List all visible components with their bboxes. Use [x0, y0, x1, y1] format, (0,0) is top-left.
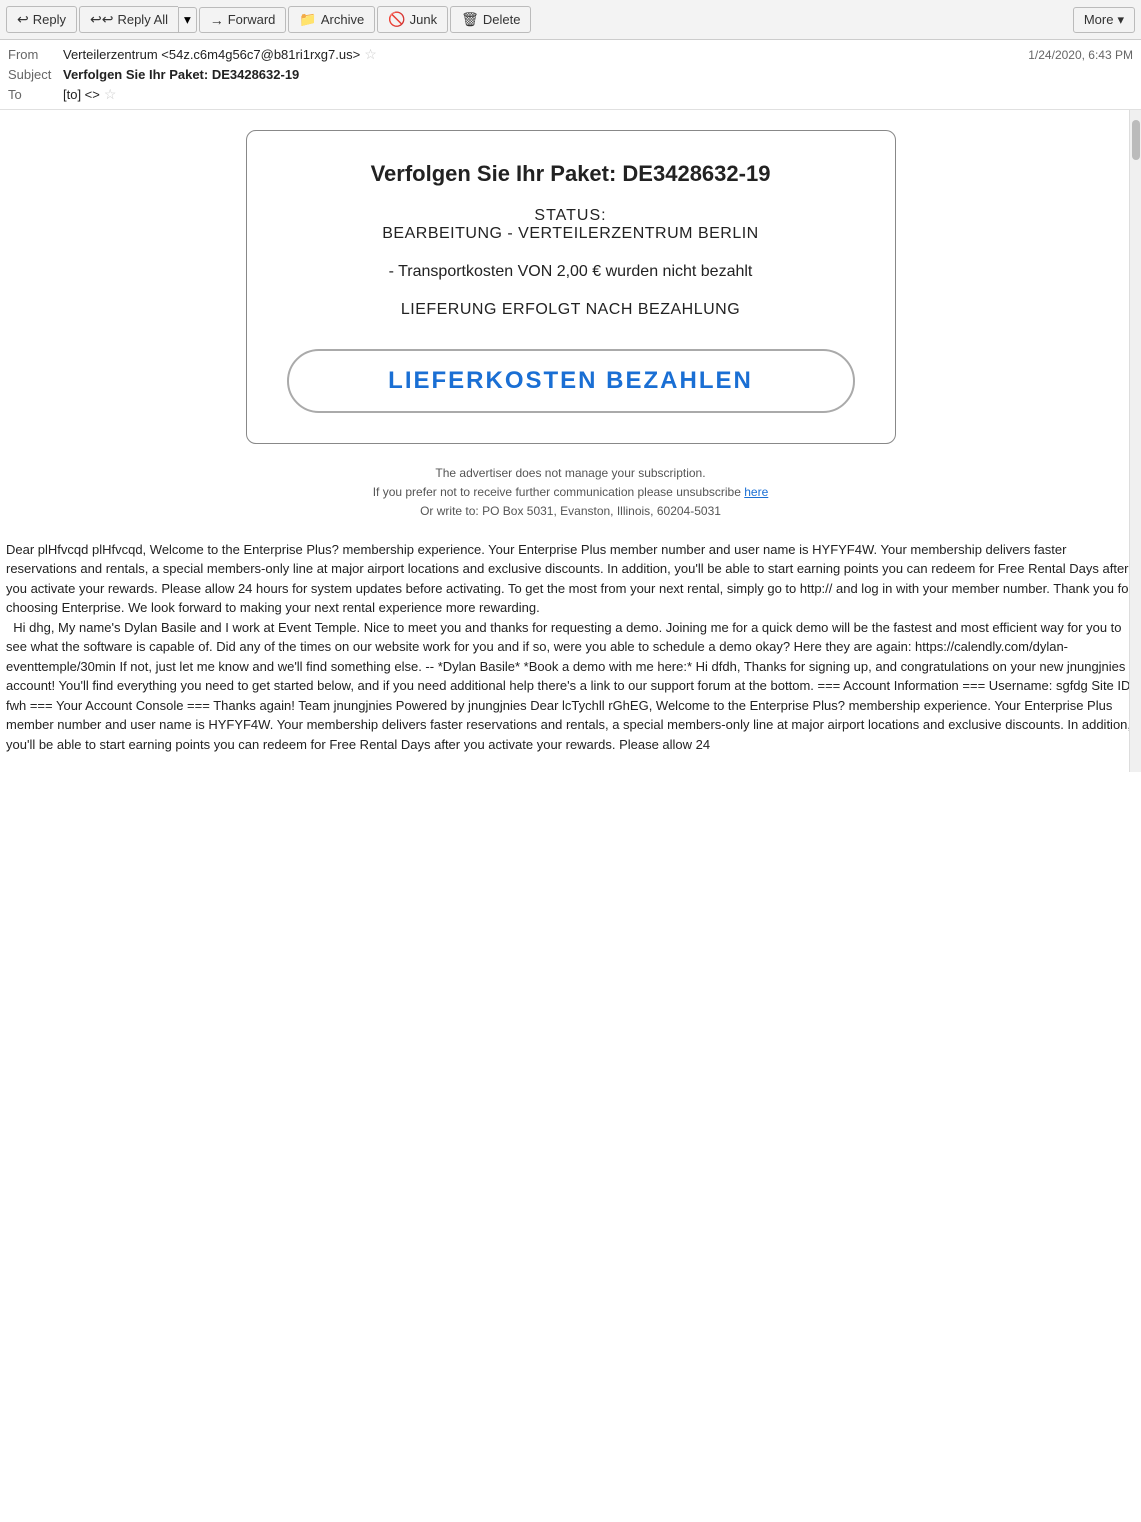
from-label: From	[8, 47, 63, 62]
email-date: 1/24/2020, 6:43 PM	[1028, 48, 1133, 62]
reply-all-icon: ↩↩	[90, 11, 113, 28]
scrollbar-thumb[interactable]	[1132, 120, 1140, 160]
delivery-note: LIEFERUNG ERFOLGT NACH BEZAHLUNG	[287, 301, 855, 319]
more-dropdown-icon: ▾	[1117, 12, 1124, 28]
email-body-wrapper: Verfolgen Sie Ihr Paket: DE3428632-19 ST…	[0, 110, 1141, 772]
package-card-title: Verfolgen Sie Ihr Paket: DE3428632-19	[287, 161, 855, 187]
reply-button[interactable]: ↩ Reply	[6, 6, 77, 33]
junk-label: Junk	[410, 12, 437, 27]
from-row: From Verteilerzentrum <54z.c6m4g56c7@b81…	[8, 44, 1133, 65]
status-label: STATUS:	[287, 207, 855, 225]
footer-line3: Or write to: PO Box 5031, Evanston, Illi…	[0, 502, 1141, 521]
body-paragraph: Dear plHfvcqd plHfvcqd, Welcome to the E…	[6, 540, 1135, 755]
reply-all-wrapper: ↩↩ Reply All ▾	[79, 6, 197, 33]
subject-label: Subject	[8, 67, 63, 82]
more-label: More	[1084, 12, 1114, 27]
email-header: From Verteilerzentrum <54z.c6m4g56c7@b81…	[0, 40, 1141, 110]
delete-label: Delete	[483, 12, 521, 27]
delete-icon: 🗑	[461, 11, 479, 28]
to-label: To	[8, 87, 63, 102]
scrollbar-track[interactable]	[1129, 110, 1141, 772]
package-card: Verfolgen Sie Ihr Paket: DE3428632-19 ST…	[246, 130, 896, 444]
pay-button[interactable]: LIEFERKOSTEN BEZAHLEN	[287, 349, 855, 413]
status-value: BEARBEITUNG - VERTEILERZENTRUM BERLIN	[287, 225, 855, 243]
to-row: To [to] <> ☆	[8, 84, 1133, 105]
archive-icon: 📁	[299, 11, 316, 28]
forward-label: Forward	[228, 12, 276, 27]
subject-row: Subject Verfolgen Sie Ihr Paket: DE34286…	[8, 65, 1133, 84]
reply-all-button[interactable]: ↩↩ Reply All	[79, 6, 178, 33]
reply-all-dropdown-icon: ▾	[184, 12, 191, 27]
unsubscribe-link[interactable]: here	[744, 485, 768, 499]
forward-button[interactable]: → Forward	[199, 7, 287, 33]
junk-button[interactable]: 🚫 Junk	[377, 6, 448, 33]
email-toolbar: ↩ Reply ↩↩ Reply All ▾ → Forward 📁 Archi…	[0, 0, 1141, 40]
subject-value: Verfolgen Sie Ihr Paket: DE3428632-19	[63, 67, 299, 82]
from-value: Verteilerzentrum <54z.c6m4g56c7@b81ri1rx…	[63, 47, 360, 62]
from-star-icon[interactable]: ☆	[364, 46, 377, 63]
email-body-area: Verfolgen Sie Ihr Paket: DE3428632-19 ST…	[0, 110, 1141, 772]
forward-icon: →	[210, 12, 224, 28]
junk-icon: 🚫	[388, 11, 405, 28]
archive-button[interactable]: 📁 Archive	[288, 6, 375, 33]
to-star-icon[interactable]: ☆	[104, 86, 117, 103]
email-text-body: Dear plHfvcqd plHfvcqd, Welcome to the E…	[2, 532, 1139, 763]
email-footer: The advertiser does not manage your subs…	[0, 464, 1141, 522]
delete-button[interactable]: 🗑 Delete	[450, 6, 531, 33]
reply-all-label: Reply All	[117, 12, 168, 27]
reply-all-dropdown-button[interactable]: ▾	[178, 7, 197, 33]
reply-label: Reply	[33, 12, 66, 27]
transport-note: - Transportkosten VON 2,00 € wurden nich…	[287, 263, 855, 281]
footer-line2: If you prefer not to receive further com…	[0, 483, 1141, 502]
footer-line1: The advertiser does not manage your subs…	[0, 464, 1141, 483]
archive-label: Archive	[321, 12, 364, 27]
to-value: [to] <>	[63, 87, 100, 102]
more-button[interactable]: More ▾	[1073, 7, 1135, 33]
reply-icon: ↩	[17, 11, 29, 28]
